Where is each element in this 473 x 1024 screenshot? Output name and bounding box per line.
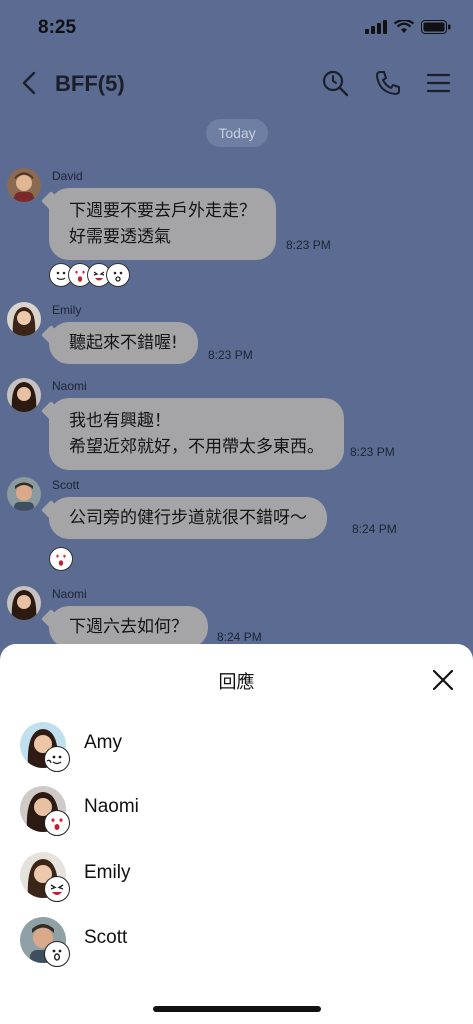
- message-bubble[interactable]: 聽起來不錯喔!: [49, 322, 198, 364]
- status-bar: 8:25: [0, 0, 473, 56]
- reactor-name: Emily: [84, 862, 131, 883]
- search-icon[interactable]: [320, 68, 350, 98]
- message-time: 8:23 PM: [286, 238, 331, 252]
- message-line: 好需要透透氣: [69, 227, 171, 247]
- message-time: 8:24 PM: [352, 522, 397, 536]
- sender-name: Naomi: [52, 379, 87, 393]
- reactor-name: Scott: [84, 927, 128, 948]
- heart-eyes-face-icon: [49, 547, 73, 571]
- avatar[interactable]: [7, 302, 41, 336]
- reaction-row[interactable]: Amy: [0, 722, 473, 782]
- wifi-icon: [394, 20, 414, 33]
- message-bubble[interactable]: 公司旁的健行步道就很不錯呀～: [49, 497, 327, 539]
- message-time: 8:23 PM: [350, 445, 395, 459]
- reaction-row[interactable]: Scott: [0, 917, 473, 977]
- sender-name: David: [52, 169, 83, 183]
- chat-title: BFF(5): [55, 71, 125, 96]
- message-line: 下週要不要去戶外走走？: [69, 201, 256, 221]
- message-time: 8:23 PM: [208, 348, 253, 362]
- avatar[interactable]: [7, 168, 41, 202]
- sheet-title: 回應: [218, 672, 255, 693]
- reaction-row[interactable]: Emily: [0, 852, 473, 912]
- message-line: 下週六去如何？: [69, 617, 188, 637]
- phone-icon[interactable]: [373, 68, 403, 98]
- status-icons: [365, 20, 451, 34]
- message-line: 我也有興趣！: [69, 411, 171, 431]
- reaction-summary[interactable]: [49, 547, 73, 571]
- avatar[interactable]: [7, 477, 41, 511]
- reactor-name: Naomi: [84, 796, 139, 817]
- avatar[interactable]: [7, 378, 41, 412]
- sender-name: Emily: [52, 303, 82, 317]
- message-bubble[interactable]: 我也有興趣！ 希望近郊就好，不用帶太多東西。: [49, 398, 344, 470]
- reactions-sheet: 回應 Amy Naomi Emily Scott: [0, 644, 473, 1024]
- message-bubble[interactable]: 下週要不要去戶外走走？ 好需要透透氣: [49, 188, 276, 260]
- home-indicator[interactable]: [153, 1006, 321, 1012]
- menu-icon[interactable]: [424, 68, 454, 98]
- surprised-face-icon: [106, 263, 130, 287]
- message-time: 8:24 PM: [217, 630, 262, 644]
- message-bubble[interactable]: 下週六去如何？: [49, 606, 208, 648]
- heart-eyes-face-icon: [44, 810, 70, 836]
- status-time: 8:25: [38, 17, 77, 38]
- laughing-face-icon: [44, 876, 70, 902]
- sender-name: Naomi: [52, 587, 87, 601]
- message-line: 公司旁的健行步道就很不錯呀～: [69, 508, 307, 528]
- back-chevron-icon[interactable]: [16, 68, 44, 98]
- message-line: 聽起來不錯喔!: [69, 333, 178, 353]
- reaction-summary[interactable]: [49, 263, 130, 287]
- date-chip: Today: [206, 119, 268, 147]
- surprised-face-icon: [44, 941, 70, 967]
- sender-name: Scott: [52, 478, 80, 492]
- reaction-row[interactable]: Naomi: [0, 786, 473, 846]
- message-line: 希望近郊就好，不用帶太多東西。: [69, 437, 324, 457]
- signal-icon: [365, 20, 387, 34]
- reactor-name: Amy: [84, 732, 122, 753]
- close-icon[interactable]: [431, 668, 455, 692]
- avatar[interactable]: [7, 586, 41, 620]
- battery-icon: [421, 20, 451, 34]
- chat-header: BFF(5): [0, 58, 473, 108]
- thumbs-up-face-icon: [44, 746, 70, 772]
